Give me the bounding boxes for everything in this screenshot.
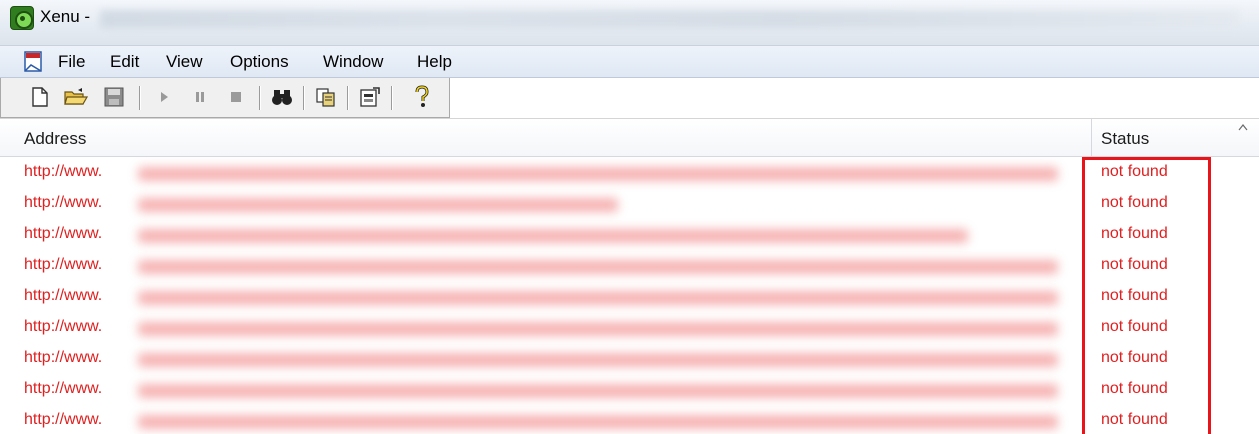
window-title: Xenu - (40, 7, 91, 26)
row-status: not found (1101, 287, 1168, 304)
toolbar-separator (303, 86, 304, 110)
toolbar-separator (259, 86, 260, 110)
table-row[interactable]: http://www. not found (0, 283, 1259, 314)
menu-bar: File Edit View Options Window Help (0, 46, 1259, 78)
play-icon[interactable] (151, 84, 177, 110)
row-status: not found (1101, 256, 1168, 273)
redacted-address (138, 353, 1058, 367)
column-header-address[interactable]: Address (24, 129, 86, 149)
table-row[interactable]: http://www. not found (0, 252, 1259, 283)
row-status: not found (1101, 349, 1168, 366)
properties-icon[interactable] (357, 84, 383, 110)
redacted-address (138, 167, 1058, 181)
row-status: not found (1101, 318, 1168, 335)
menu-window[interactable]: Window (323, 52, 383, 72)
results-table[interactable]: Address Status http://www. not found http:… (0, 118, 1259, 434)
row-address: http://www. (24, 318, 103, 335)
row-status: not found (1101, 194, 1168, 211)
toolbar-separator (391, 86, 392, 110)
row-address: http://www. (24, 163, 103, 180)
stop-icon[interactable] (223, 84, 249, 110)
open-folder-icon[interactable] (63, 84, 89, 110)
redacted-address (138, 415, 1058, 429)
menu-edit[interactable]: Edit (110, 52, 139, 72)
table-row[interactable]: http://www. not found (0, 221, 1259, 252)
table-row[interactable]: http://www. not found (0, 345, 1259, 376)
row-address: http://www. (24, 194, 103, 211)
row-status: not found (1101, 163, 1168, 180)
row-status: not found (1101, 411, 1168, 428)
menu-view[interactable]: View (166, 52, 203, 72)
redacted-address (138, 322, 1058, 336)
row-address: http://www. (24, 225, 103, 242)
redacted-address (138, 229, 968, 243)
toolbar-separator (139, 86, 140, 110)
document-menu-icon[interactable] (22, 50, 46, 74)
redacted-address (138, 198, 618, 212)
row-address: http://www. (24, 287, 103, 304)
table-row[interactable]: http://www. not found (0, 190, 1259, 221)
redacted-address (138, 260, 1058, 274)
save-icon[interactable] (101, 84, 127, 110)
row-address: http://www. (24, 256, 103, 273)
toolbar-separator (347, 86, 348, 110)
sort-ascending-icon (1238, 124, 1248, 131)
copy-icon[interactable] (313, 84, 339, 110)
row-status: not found (1101, 380, 1168, 397)
xenu-app-icon (10, 6, 34, 30)
find-binoculars-icon[interactable] (269, 84, 295, 110)
column-divider[interactable] (1091, 119, 1092, 157)
pause-icon[interactable] (187, 84, 213, 110)
redacted-title (100, 10, 1240, 28)
column-header-status[interactable]: Status (1101, 129, 1149, 149)
row-address: http://www. (24, 349, 103, 366)
toolbar (0, 78, 450, 118)
row-status: not found (1101, 225, 1168, 242)
menu-options[interactable]: Options (230, 52, 289, 72)
redacted-address (138, 291, 1058, 305)
table-row[interactable]: http://www. not found (0, 407, 1259, 434)
row-address: http://www. (24, 380, 103, 397)
menu-file[interactable]: File (58, 52, 85, 72)
table-row[interactable]: http://www. not found (0, 376, 1259, 407)
row-address: http://www. (24, 411, 103, 428)
menu-help[interactable]: Help (417, 52, 452, 72)
table-row[interactable]: http://www. not found (0, 159, 1259, 190)
redacted-address (138, 384, 1058, 398)
title-bar[interactable]: Xenu - (0, 0, 1259, 46)
table-row[interactable]: http://www. not found (0, 314, 1259, 345)
new-document-icon[interactable] (27, 84, 53, 110)
table-header: Address Status (0, 119, 1259, 157)
help-icon[interactable] (409, 84, 435, 110)
